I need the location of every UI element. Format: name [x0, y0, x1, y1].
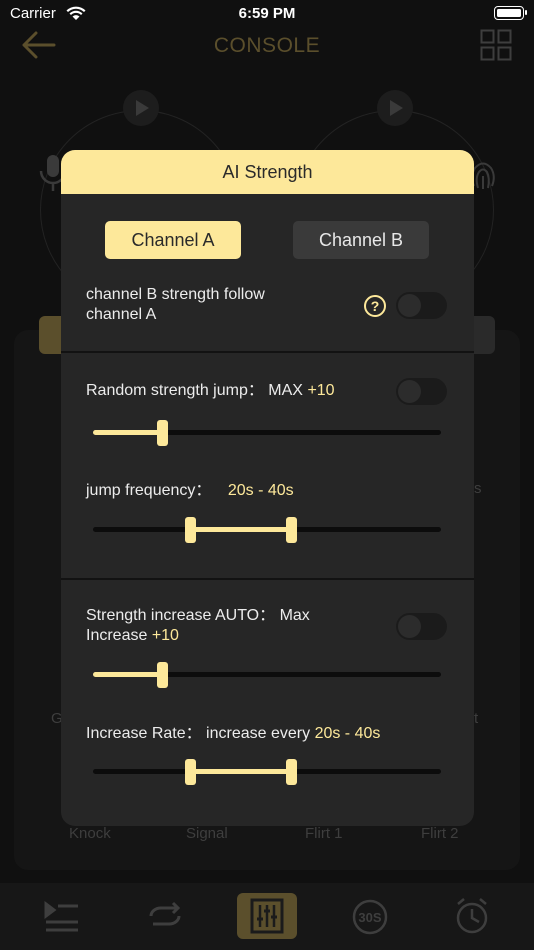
increase-rate-label: Increase Rate： increase every 20s - 40s [86, 724, 380, 744]
jump-frequency-label: jump frequency： 20s - 40s [86, 481, 294, 501]
slider-fill [190, 527, 292, 532]
divider [61, 351, 474, 353]
follow-label-line: channel B strength follow [86, 286, 265, 303]
slider-fill [93, 672, 163, 677]
random-jump-toggle[interactable] [396, 378, 447, 405]
increase-rate-value: 20s - 40s [314, 725, 381, 742]
equalizer-icon [250, 898, 284, 934]
slider-handle-max[interactable] [285, 759, 297, 785]
auto-increase-value: +10 [151, 627, 179, 644]
help-icon[interactable]: ? [364, 295, 386, 317]
mode-signal[interactable]: Signal [186, 825, 228, 842]
mode-knock[interactable]: Knock [69, 825, 111, 842]
auto-increase-toggle[interactable] [396, 613, 447, 640]
slider-fill [93, 430, 163, 435]
alarm-icon[interactable] [452, 896, 492, 936]
slider-fill [190, 769, 292, 774]
dialog-header: AI Strength [61, 150, 474, 194]
random-jump-slider[interactable] [93, 420, 441, 446]
follow-label: channel B strength follow channel A [86, 285, 265, 325]
play-a-icon[interactable] [123, 90, 159, 126]
list-icon[interactable] [42, 896, 82, 936]
auto-increase-slider[interactable] [93, 662, 441, 688]
auto-increase-line: Increase +10 [86, 626, 310, 646]
auto-increase-line: Strength increase AUTO： Max [86, 607, 310, 624]
mode-flirt-2[interactable]: Flirt 2 [421, 825, 459, 842]
channel-a-button[interactable]: Channel A [105, 221, 241, 259]
increase-rate-text: Increase Rate： increase every [86, 725, 315, 742]
dialog-title: AI Strength [222, 162, 313, 182]
svg-text:30S: 30S [358, 910, 381, 925]
equalizer-tab[interactable] [237, 893, 297, 939]
jump-frequency-slider[interactable] [93, 517, 441, 543]
jump-frequency-text: jump frequency： [86, 482, 216, 499]
divider [61, 578, 474, 580]
play-b-icon[interactable] [377, 90, 413, 126]
timer-30s-icon[interactable]: 30S [350, 896, 390, 936]
slider-handle[interactable] [157, 662, 169, 688]
ai-strength-dialog: AI Strength Channel A Channel B channel … [61, 150, 474, 826]
follow-toggle[interactable] [396, 292, 447, 319]
slider-handle-min[interactable] [184, 517, 196, 543]
auto-increase-text: Increase [86, 627, 152, 644]
follow-label-line: channel A [86, 306, 157, 323]
side-label: s [474, 480, 482, 497]
random-jump-label: Random strength jump： MAX +10 [86, 381, 335, 401]
auto-increase-label: Strength increase AUTO： Max Increase +10 [86, 606, 310, 646]
grid-menu-icon[interactable] [480, 29, 512, 61]
page-title: CONSOLE [213, 34, 321, 57]
random-jump-text: Random strength jump： MAX [86, 382, 308, 399]
channel-b-button[interactable]: Channel B [293, 221, 429, 259]
slider-handle-min[interactable] [184, 759, 196, 785]
repeat-icon[interactable] [145, 896, 185, 936]
random-jump-value: +10 [307, 382, 335, 399]
mode-flirt-1[interactable]: Flirt 1 [305, 825, 343, 842]
jump-frequency-value: 20s - 40s [227, 482, 294, 499]
increase-rate-slider[interactable] [93, 759, 441, 785]
slider-handle[interactable] [157, 420, 169, 446]
side-label: t [474, 710, 479, 727]
slider-handle-max[interactable] [285, 517, 297, 543]
